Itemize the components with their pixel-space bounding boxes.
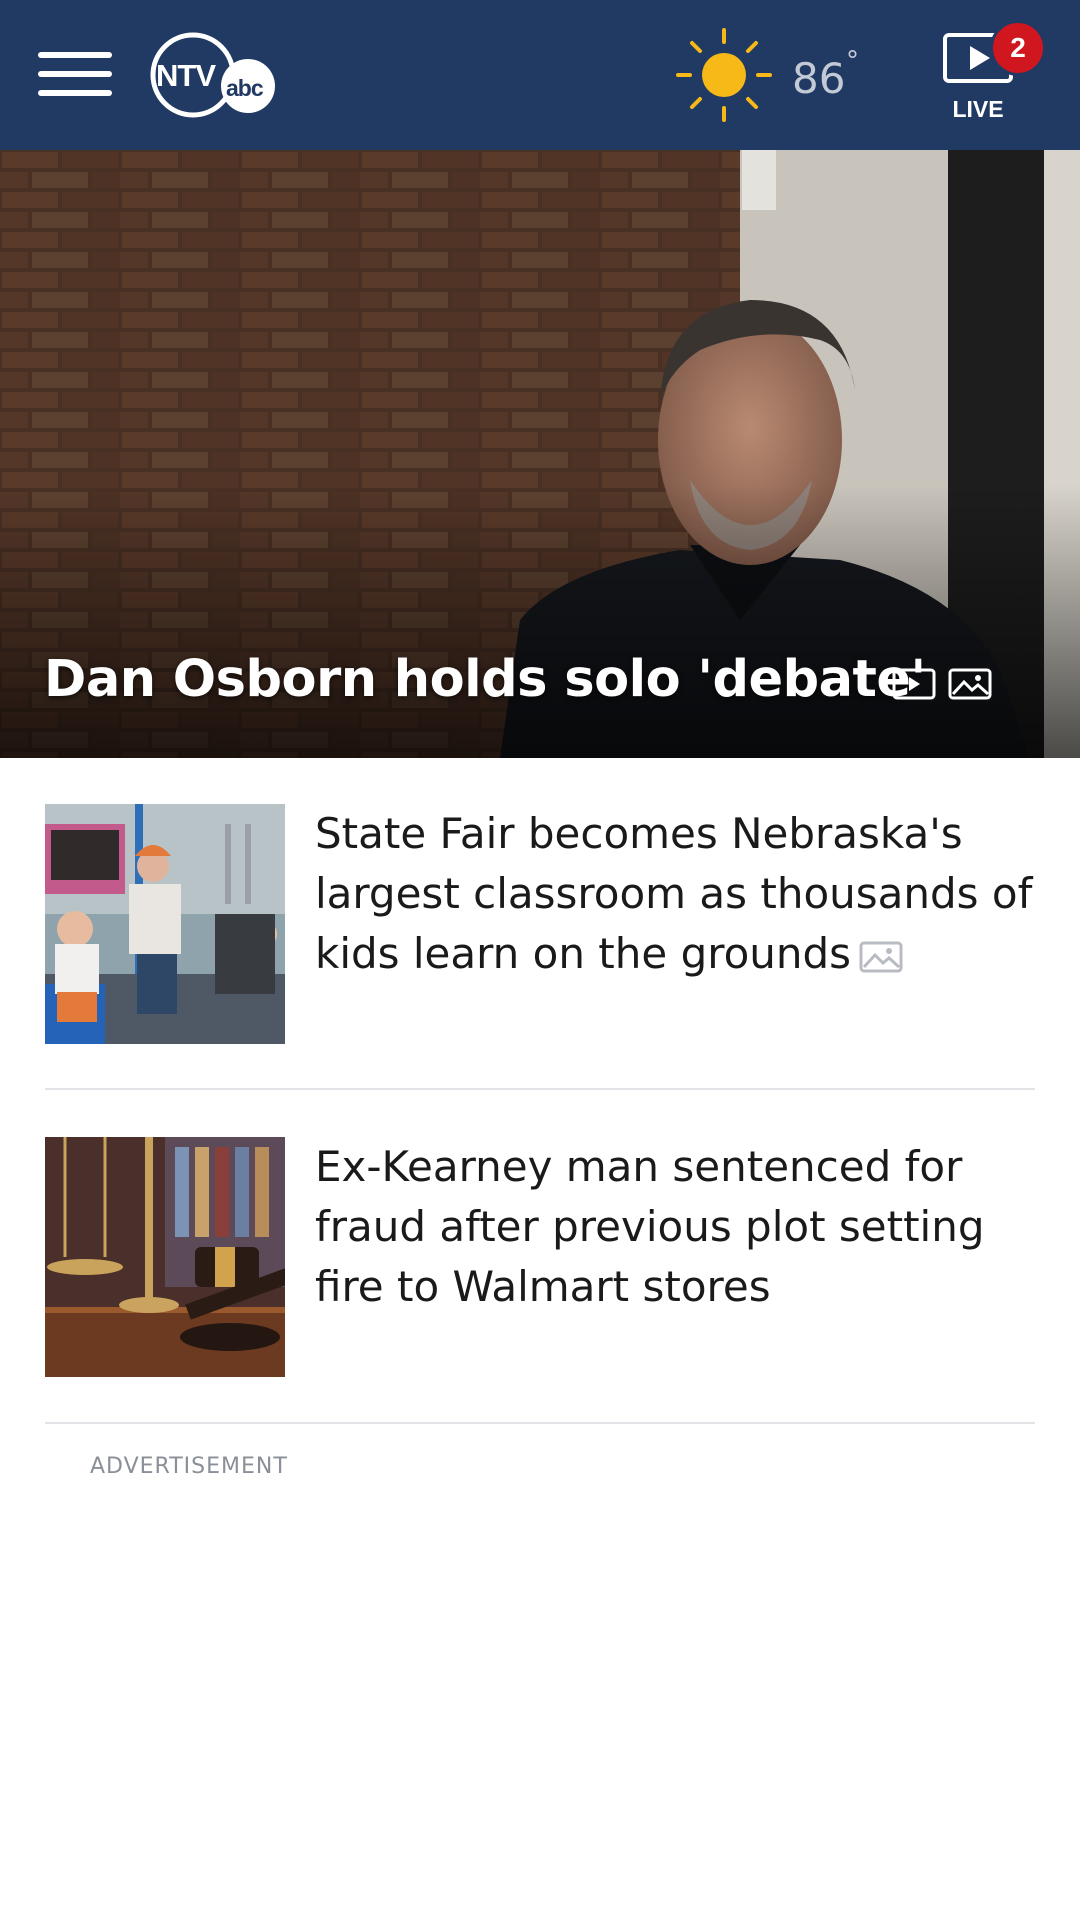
- hero-story[interactable]: Dan Osborn holds solo 'debate': [0, 150, 1080, 758]
- story-thumbnail[interactable]: [45, 1137, 285, 1377]
- sun-icon: [676, 28, 772, 122]
- live-button[interactable]: 2 LIVE: [930, 20, 1050, 130]
- live-label: LIVE: [952, 96, 1004, 122]
- photo-gallery-icon: [948, 668, 992, 700]
- video-icon: [892, 668, 936, 700]
- list-item[interactable]: Ex-Kearney man sentenced for fraud after…: [45, 1137, 1035, 1377]
- logo-text: NTV: [156, 58, 216, 93]
- degree-symbol: °: [846, 46, 859, 76]
- hamburger-menu-icon[interactable]: [38, 52, 112, 96]
- advertisement-label: ADVERTISEMENT: [90, 1454, 288, 1479]
- notification-badge: 2: [990, 20, 1046, 76]
- story-headline[interactable]: State Fair becomes Nebraska's largest cl…: [315, 804, 1035, 984]
- list-item[interactable]: State Fair becomes Nebraska's largest cl…: [45, 804, 1035, 1044]
- divider: [45, 1422, 1035, 1424]
- hero-media-icons: [892, 668, 992, 708]
- weather-widget[interactable]: 86 °: [676, 28, 866, 122]
- story-headline[interactable]: Ex-Kearney man sentenced for fraud after…: [315, 1137, 1035, 1317]
- photo-gallery-icon: [859, 941, 903, 972]
- logo-sub-text: abc: [226, 75, 264, 101]
- temperature-value: 86: [792, 54, 846, 103]
- hero-headline[interactable]: Dan Osborn holds solo 'debate': [44, 650, 926, 709]
- station-logo[interactable]: NTV abc: [148, 30, 278, 120]
- story-thumbnail[interactable]: [45, 804, 285, 1044]
- top-header: NTV abc 86 ° 2 LIVE: [0, 0, 1080, 150]
- divider: [45, 1088, 1035, 1090]
